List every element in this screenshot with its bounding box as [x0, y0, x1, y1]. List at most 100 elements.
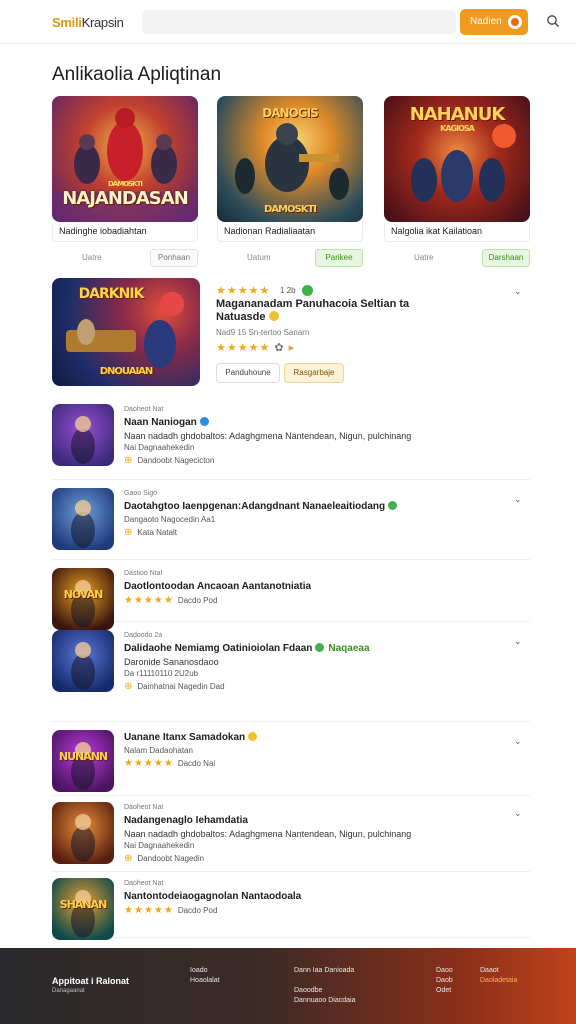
card-meta: Uatum — [247, 253, 271, 262]
item-meta: Da r11110110 2U2ub — [124, 669, 199, 678]
verified-badge-icon — [248, 732, 258, 741]
list-item[interactable]: SHANAN Daoheot Nat Nantontodeiaogagnolan N… — [52, 878, 530, 940]
item-category: Dastioo Ntal — [124, 570, 163, 577]
list-item[interactable]: NUNANN Uanane Itanx Samadokan Nalam Dadaoh… — [52, 730, 530, 796]
rating-stars-secondary: ★★★★★ ✿ ▸ — [216, 342, 296, 354]
card-action-button[interactable]: Parikee — [315, 249, 363, 267]
footer-link[interactable]: Daoladetaia — [480, 976, 517, 986]
footer-link[interactable]: Daoo — [436, 966, 453, 976]
footer-link[interactable] — [294, 976, 356, 986]
footer-link[interactable]: Odet — [436, 986, 453, 996]
footer-logo[interactable]: Appitoat i Ralonat — [52, 976, 129, 986]
art-subtitle-text: DAMOSKTI — [264, 204, 317, 215]
icon-title-text: NOVAN — [63, 588, 104, 601]
footer-link[interactable]: Daob — [436, 976, 453, 986]
item-category: Daoheot Nat — [124, 880, 164, 887]
item-stats: ⊕ Kata Natalt — [124, 527, 177, 538]
art-subtitle-text: KAGIOSA — [440, 124, 475, 133]
site-logo[interactable]: SmiliKrapsin — [52, 15, 124, 30]
rating-stars: ⊕ — [124, 527, 134, 538]
character-figure — [71, 642, 95, 690]
verified-badge-icon — [388, 501, 398, 510]
card-caption: Nadionan Radialiaatan — [217, 222, 363, 242]
featured-primary-button[interactable]: Rasgarbaje — [284, 363, 344, 383]
item-stats: ★★★★★ Dacdo Pod — [124, 595, 218, 606]
footer-col-4: Daaot Daoladetaia — [480, 966, 517, 986]
card-action-button[interactable]: Darshaan — [482, 249, 530, 267]
expand-chevron-icon[interactable]: ⌄ — [514, 286, 522, 296]
footer-logo-sub: Danagaanat — [52, 988, 85, 994]
item-meta: Nalam Dadaohatan — [124, 746, 193, 755]
art-subtitle-text: DAMOSKTI — [108, 180, 143, 188]
item-description: Naan nadadh ghdobaltos: Adaghgmena Nante… — [124, 829, 412, 839]
featured-game-art[interactable]: DARKNIK DNOUAIAN — [52, 278, 200, 386]
item-description: Naan nadadh ghdobaltos: Adaghgmena Nante… — [124, 431, 412, 441]
list-item[interactable]: Gaoo Sigo Daotahgtoo Iaenpgenan:Adangdnan… — [52, 488, 530, 560]
footer-link[interactable]: Dann Iaa Danioada — [294, 966, 356, 976]
app-icon — [52, 404, 114, 466]
list-item[interactable]: Daoheot Nat Naan Naniogan Naan nadadh ghdo… — [52, 404, 530, 480]
logo-part-2: Krapsin — [81, 15, 124, 30]
item-stats: ★★★★★ Dacdo Pod — [124, 905, 218, 916]
rating-stars: ⊕ — [124, 455, 134, 466]
card-caption: Nalgolia ikat Kailatioan — [384, 222, 530, 242]
featured-title[interactable]: Magananadam Panuhacoia Seltian ta Natuas… — [216, 298, 436, 324]
rating-stars: ★★★★★ — [124, 758, 174, 769]
expand-chevron-icon[interactable]: ⌄ — [514, 808, 522, 818]
featured-card-1[interactable]: NAJANDASAN DAMOSKTI Nadinghe iobadiahtan… — [52, 96, 198, 268]
top-header: SmiliKrapsin Nadien — [0, 0, 576, 44]
verified-badge-icon — [199, 417, 209, 426]
footer-link[interactable]: Daaot — [480, 966, 517, 976]
item-title: Nadangenaglo Iehamdatia — [124, 815, 248, 826]
character-figure — [71, 500, 95, 548]
footer-link[interactable]: Ioado — [190, 966, 220, 976]
item-meta: Dangaoto Nagocedin Aa1 — [124, 515, 216, 524]
footer-link[interactable]: Dannuaoo Diacdaia — [294, 996, 356, 1006]
footer-col-1: Ioado Hoaolalat — [190, 966, 220, 986]
expand-chevron-icon[interactable]: ⌄ — [514, 636, 522, 646]
footer-link[interactable]: Daoodbe — [294, 986, 356, 996]
list-item[interactable]: Daoheot Nat Nadangenaglo Iehamdatia Naan n… — [52, 802, 530, 872]
art-title-text: NAJANDASAN — [62, 188, 189, 209]
rating-stars: ★★★★★ — [124, 595, 174, 606]
item-stats: ⊕ Dandoobt Nagecicton — [124, 455, 215, 466]
verified-badge-icon — [302, 285, 313, 296]
logo-part-1: Smili — [52, 15, 82, 30]
card-caption: Nadinghe iobadiahtan — [52, 222, 198, 242]
art-title-text: NAHANUK — [409, 104, 506, 125]
item-category: Daoheot Nat — [124, 406, 164, 413]
page-title: Anlikaolia Apliqtinan — [52, 64, 222, 85]
item-tag: Naqaeaa — [328, 643, 370, 654]
rating-count: 1 2b — [280, 286, 296, 295]
featured-card-3[interactable]: NAHANUK KAGIOSA Nalgolia ikat Kailatioan… — [384, 96, 530, 268]
game-art-image: DANOGIS DAMOSKTI — [217, 96, 363, 222]
icon-title-text: NUNANN — [58, 750, 108, 763]
app-icon: NOVAN — [52, 568, 114, 630]
item-stats: ⊕ Dandoobt Nagedin — [124, 853, 205, 864]
user-avatar-icon — [508, 15, 522, 29]
game-art-image: NAHANUK KAGIOSA — [384, 96, 530, 222]
icon-title-text: SHANAN — [59, 898, 108, 911]
featured-card-2[interactable]: DANOGIS DAMOSKTI Nadionan Radialiaatan U… — [217, 96, 363, 268]
expand-chevron-icon[interactable]: ⌄ — [514, 736, 522, 746]
featured-secondary-button[interactable]: Panduhoune — [216, 363, 280, 383]
art-subtitle-text: DNOUAIAN — [99, 366, 154, 377]
featured-title-text: Magananadam Panuhacoia Seltian ta Natuas… — [216, 298, 410, 323]
list-item[interactable]: Dadoodo 2a Dalidaohe Nemiamg Oatinioiolan… — [52, 630, 530, 722]
list-item[interactable]: NOVAN Dastioo Ntal Daotlontoodan Ancaoan A… — [52, 568, 530, 630]
featured-subtitle: Nad9 15 Sn-tertoo Sanarn — [216, 328, 310, 337]
character-figure — [71, 814, 95, 862]
rating-stars: ★★★★★ — [124, 905, 174, 916]
item-category: Gaoo Sigo — [124, 490, 158, 497]
expand-chevron-icon[interactable]: ⌄ — [514, 494, 522, 504]
search-input[interactable] — [142, 10, 456, 34]
game-art-image: NAJANDASAN DAMOSKTI — [52, 96, 198, 222]
character-figure — [71, 416, 95, 464]
header-action-button[interactable]: Nadien — [460, 9, 528, 35]
card-meta: Uatre — [82, 253, 102, 262]
item-meta: Nai Dagnaahekedin — [124, 841, 195, 850]
footer-link[interactable]: Hoaolalat — [190, 976, 220, 986]
card-action-button[interactable]: Ponhaan — [150, 249, 198, 267]
app-icon: NUNANN — [52, 730, 114, 792]
search-icon[interactable] — [546, 14, 560, 28]
